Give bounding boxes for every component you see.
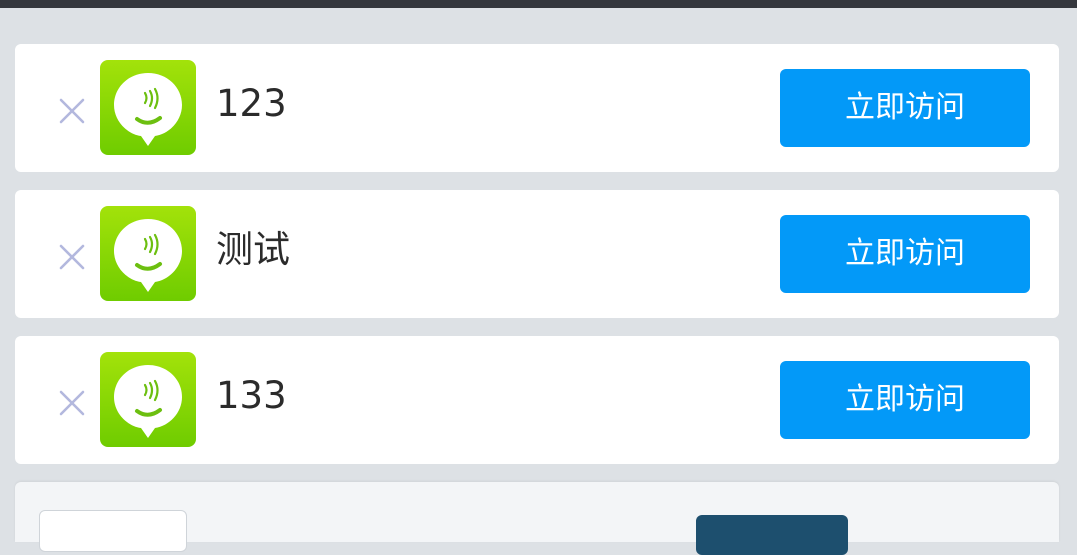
visit-now-button[interactable]: 立即访问 <box>780 69 1030 147</box>
remove-item-button[interactable] <box>57 242 87 272</box>
remove-item-button[interactable] <box>57 388 87 418</box>
visit-now-button[interactable]: 立即访问 <box>780 361 1030 439</box>
list-item: 123 立即访问 <box>15 44 1059 172</box>
app-logo-icon <box>100 60 196 155</box>
status-bar <box>0 0 1077 8</box>
close-icon <box>59 244 85 270</box>
bottom-input-field[interactable] <box>39 510 187 552</box>
bottom-panel <box>15 482 1059 555</box>
list-item: 测试 立即访问 <box>15 190 1059 318</box>
app-name: 123 <box>216 82 287 125</box>
close-icon <box>59 98 85 124</box>
app-name: 133 <box>216 374 287 417</box>
bottom-action-button[interactable] <box>696 515 848 555</box>
remove-item-button[interactable] <box>57 96 87 126</box>
visit-now-button[interactable]: 立即访问 <box>780 215 1030 293</box>
app-logo-icon <box>100 352 196 447</box>
app-logo-icon <box>100 206 196 301</box>
list-item: 133 立即访问 <box>15 336 1059 464</box>
app-list: 123 立即访问 测试 立即访问 133 立即访问 <box>15 44 1059 482</box>
close-icon <box>59 390 85 416</box>
app-name: 测试 <box>216 228 290 271</box>
